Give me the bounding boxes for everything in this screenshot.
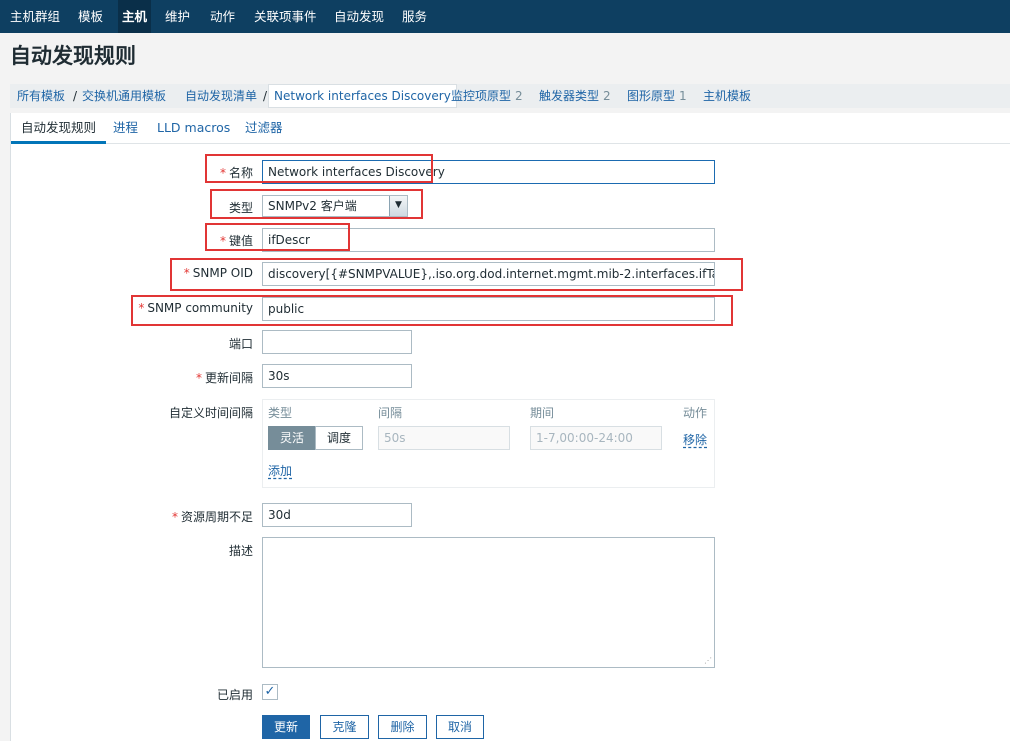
update-interval-label: * 更新间隔 xyxy=(53,369,253,386)
description-textarea[interactable]: ⋰ xyxy=(262,537,715,668)
snmp-community-field[interactable]: public xyxy=(262,297,715,321)
cancel-button[interactable]: 取消 xyxy=(436,715,484,739)
tab-discovery-rule[interactable]: 自动发现规则 xyxy=(11,113,107,144)
breadcrumb-trigger-types[interactable]: 触发器类型 2 xyxy=(539,84,611,108)
tab-lld-macros[interactable]: LLD macros xyxy=(157,113,230,144)
breadcrumb-graph-prototypes[interactable]: 图形原型 1 xyxy=(627,84,687,108)
required-marker: * xyxy=(219,166,226,180)
lifetime-field[interactable]: 30d xyxy=(262,503,412,527)
nav-discovery[interactable]: 自动发现 xyxy=(334,0,384,33)
check-icon: ✓ xyxy=(264,684,276,699)
required-marker: * xyxy=(195,371,202,385)
custom-intervals-label: 自定义时间间隔 xyxy=(168,406,253,420)
remove-interval-button[interactable]: 移除 xyxy=(683,431,707,448)
breadcrumb-discovery-list[interactable]: 自动发现清单 xyxy=(185,84,257,108)
update-button[interactable]: 更新 xyxy=(262,715,310,739)
required-marker: * xyxy=(138,301,145,315)
nav-templates[interactable]: 模板 xyxy=(78,0,103,33)
update-interval-label-text: 更新间隔 xyxy=(204,371,253,385)
breadcrumb-host-templates[interactable]: 主机模板 xyxy=(703,84,751,108)
key-label: * 键值 xyxy=(53,232,253,249)
nav-hosts[interactable]: 主机 xyxy=(118,0,152,33)
custom-intervals-col-action: 动作 xyxy=(683,406,708,420)
tab-process[interactable]: 进程 xyxy=(113,113,138,144)
description-label: 描述 xyxy=(228,544,253,558)
page-title: 自动发现规则 xyxy=(10,44,136,68)
required-marker: * xyxy=(171,510,178,524)
snmp-oid-label-text: SNMP OID xyxy=(192,266,253,280)
graph-prototypes-count: 1 xyxy=(679,89,687,103)
name-label: * 名称 xyxy=(53,164,253,181)
required-marker: * xyxy=(219,234,226,248)
required-marker: * xyxy=(183,266,190,280)
breadcrumb-item-prototypes[interactable]: 监控项原型 2 xyxy=(451,84,523,108)
chevron-down-icon: ▼ xyxy=(389,196,407,216)
trigger-types-count: 2 xyxy=(603,89,611,103)
custom-interval-field[interactable]: 50s xyxy=(378,426,510,450)
nav-actions[interactable]: 动作 xyxy=(210,0,235,33)
lifetime-label: * 资源周期不足 xyxy=(53,508,253,525)
snmp-community-label: * SNMP community xyxy=(53,301,253,315)
key-field[interactable]: ifDescr xyxy=(262,228,715,252)
nav-services[interactable]: 服务 xyxy=(402,0,427,33)
custom-intervals-col-period: 期间 xyxy=(530,406,555,420)
breadcrumb-current-rule[interactable]: Network interfaces Discovery xyxy=(268,84,457,108)
add-interval-button[interactable]: 添加 xyxy=(268,462,292,479)
type-select[interactable]: SNMPv2 客户端 ▼ xyxy=(262,195,408,217)
breadcrumb-separator: / xyxy=(73,89,78,103)
enabled-checkbox[interactable]: ✓ xyxy=(262,684,278,700)
clone-button[interactable]: 克隆 xyxy=(320,715,369,739)
top-navigation: 主机群组 模板 主机 维护 动作 关联项事件 自动发现 服务 xyxy=(0,0,1010,33)
interval-type-scheduling-toggle[interactable]: 调度 xyxy=(315,426,363,450)
port-field[interactable] xyxy=(262,330,412,354)
nav-host-groups[interactable]: 主机群组 xyxy=(10,0,60,33)
delete-button[interactable]: 删除 xyxy=(378,715,427,739)
nav-maintenance[interactable]: 维护 xyxy=(165,0,190,33)
breadcrumb-template[interactable]: 交换机通用模板 xyxy=(82,84,166,108)
interval-type-flexible-toggle[interactable]: 灵活 xyxy=(268,426,316,450)
breadcrumb-separator: / xyxy=(263,89,268,103)
item-prototypes-count: 2 xyxy=(515,89,523,103)
port-label: 端口 xyxy=(228,337,253,351)
update-interval-field[interactable]: 30s xyxy=(262,364,412,388)
graph-prototypes-label: 图形原型 xyxy=(627,89,676,103)
lifetime-label-text: 资源周期不足 xyxy=(180,510,253,524)
custom-intervals-col-type: 类型 xyxy=(268,406,293,420)
name-label-text: 名称 xyxy=(228,166,253,180)
key-label-text: 键值 xyxy=(228,234,253,248)
trigger-types-label: 触发器类型 xyxy=(539,89,600,103)
tab-filters[interactable]: 过滤器 xyxy=(245,113,283,144)
breadcrumb-all-templates[interactable]: 所有模板 xyxy=(17,84,65,108)
custom-intervals-col-interval: 间隔 xyxy=(378,406,403,420)
type-select-value: SNMPv2 客户端 xyxy=(268,199,357,213)
enabled-label: 已启用 xyxy=(216,688,253,702)
name-field[interactable]: Network interfaces Discovery xyxy=(262,160,715,184)
snmp-oid-label: * SNMP OID xyxy=(53,266,253,280)
type-label: 类型 xyxy=(228,201,253,215)
custom-period-field[interactable]: 1-7,00:00-24:00 xyxy=(530,426,662,450)
resize-handle-icon[interactable]: ⋰ xyxy=(704,657,712,665)
snmp-oid-field[interactable]: discovery[{#SNMPVALUE},.iso.org.dod.inte… xyxy=(262,262,715,286)
nav-event-correlation[interactable]: 关联项事件 xyxy=(254,0,317,33)
item-prototypes-label: 监控项原型 xyxy=(451,89,512,103)
snmp-community-label-text: SNMP community xyxy=(147,301,253,315)
